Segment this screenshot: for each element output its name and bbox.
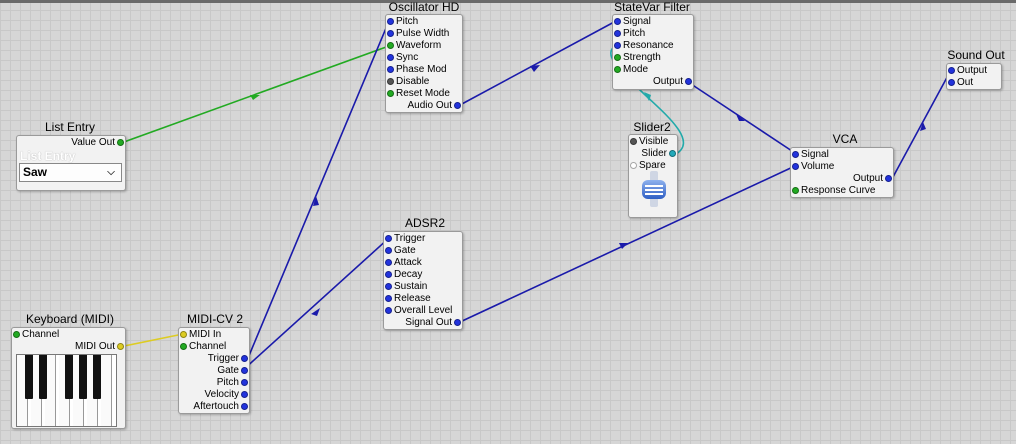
vca-response-curve-port[interactable]: Response Curve xyxy=(791,185,875,197)
cable-list-to-waveform xyxy=(123,45,390,143)
cable-keyboard-to-midi xyxy=(123,333,184,347)
adsr-sustain-port[interactable]: Sustain xyxy=(384,281,427,293)
vca-signal-port[interactable]: Signal xyxy=(791,149,829,161)
sound-out-node[interactable]: Output Out xyxy=(946,63,1002,90)
adsr-overall-level-port[interactable]: Overall Level xyxy=(384,305,452,317)
slider2-node[interactable]: Visible Slider Spare xyxy=(628,134,678,218)
adsr-decay-port[interactable]: Decay xyxy=(384,269,422,281)
statevar-filter-title: StateVar Filter xyxy=(614,0,690,14)
osc-pulse-width-port[interactable]: Pulse Width xyxy=(386,28,449,40)
adsr-attack-port[interactable]: Attack xyxy=(384,257,422,269)
midicv-pitch-port[interactable]: Pitch xyxy=(217,377,249,389)
osc-phase-mod-port[interactable]: Phase Mod xyxy=(386,64,447,76)
filter-signal-port[interactable]: Signal xyxy=(613,16,651,28)
filter-mode-port[interactable]: Mode xyxy=(613,64,648,76)
midicv-trigger-port[interactable]: Trigger xyxy=(208,353,249,365)
osc-disable-port[interactable]: Disable xyxy=(386,76,429,88)
cable-midi-gate-to-adsr xyxy=(242,237,390,371)
adsr2-title: ADSR2 xyxy=(404,216,445,230)
osc-audio-out-port[interactable]: Audio Out xyxy=(408,100,462,112)
list-entry-panel-label: List Entry xyxy=(20,149,76,163)
waveform-select-value: Saw xyxy=(23,165,48,179)
midicv-aftertouch-port[interactable]: Aftertouch xyxy=(193,401,249,413)
list-entry-node[interactable]: Value Out List Entry Saw ⌵ xyxy=(16,135,126,191)
waveform-select[interactable]: Saw ⌵ xyxy=(19,163,122,182)
cable-midi-pitch-to-osc xyxy=(242,20,390,371)
keyboard-channel-port[interactable]: Channel xyxy=(12,329,59,341)
midi-cv2-title: MIDI-CV 2 xyxy=(186,312,243,326)
adsr-release-port[interactable]: Release xyxy=(384,293,431,305)
oscillator-hd-title: Oscillator HD xyxy=(388,0,460,14)
osc-pitch-port[interactable]: Pitch xyxy=(386,16,418,28)
soundout-out-port[interactable]: Out xyxy=(947,77,973,89)
filter-resonance-port[interactable]: Resonance xyxy=(613,40,674,52)
midi-cv2-node[interactable]: MIDI In Channel Trigger Gate Pitch Veloc… xyxy=(178,327,250,414)
vca-title: VCA xyxy=(832,132,858,146)
adsr-signal-out-port[interactable]: Signal Out xyxy=(405,317,462,329)
midicv-channel-port[interactable]: Channel xyxy=(179,341,226,353)
cable-filter-to-vca xyxy=(687,81,796,154)
keyboard-title: Keyboard (MIDI) xyxy=(25,312,115,326)
filter-output-port[interactable]: Output xyxy=(653,76,693,88)
midicv-velocity-port[interactable]: Velocity xyxy=(205,389,249,401)
osc-sync-port[interactable]: Sync xyxy=(386,52,418,64)
keyboard-midi-out-port[interactable]: MIDI Out xyxy=(75,341,125,353)
osc-reset-mode-port[interactable]: Reset Mode xyxy=(386,88,450,100)
oscillator-hd-node[interactable]: Pitch Pulse Width Waveform Sync Phase Mo… xyxy=(385,14,463,113)
osc-waveform-port[interactable]: Waveform xyxy=(386,40,441,52)
list-entry-title: List Entry xyxy=(44,120,95,134)
slider-output-port[interactable]: Slider xyxy=(641,148,677,160)
list-value-out-port[interactable]: Value Out xyxy=(71,137,125,149)
cable-osc-to-filter xyxy=(459,20,617,106)
vca-volume-port[interactable]: Volume xyxy=(791,161,834,173)
slider2-title: Slider2 xyxy=(633,120,671,134)
slider-spare-port[interactable]: Spare xyxy=(629,160,666,172)
soundout-output-port[interactable]: Output xyxy=(947,65,987,77)
adsr-gate-port[interactable]: Gate xyxy=(384,245,416,257)
filter-pitch-port[interactable]: Pitch xyxy=(613,28,645,40)
cable-vca-to-soundout xyxy=(892,69,952,178)
adsr-trigger-port[interactable]: Trigger xyxy=(384,233,425,245)
sound-out-title: Sound Out xyxy=(947,48,1005,62)
midicv-gate-port[interactable]: Gate xyxy=(217,365,249,377)
patch-cables xyxy=(123,20,952,371)
vca-output-port[interactable]: Output xyxy=(853,173,893,185)
piano-keyboard[interactable] xyxy=(16,354,117,427)
filter-strength-port[interactable]: Strength xyxy=(613,52,661,64)
slider-visible-port[interactable]: Visible xyxy=(629,136,668,148)
chevron-down-icon: ⌵ xyxy=(107,167,115,178)
adsr2-node[interactable]: Trigger Gate Attack Decay Sustain Releas… xyxy=(383,231,463,330)
slider-thumb[interactable] xyxy=(642,180,666,199)
statevar-filter-node[interactable]: Signal Pitch Resonance Strength Mode Out… xyxy=(612,14,694,90)
vca-node[interactable]: Signal Volume Output Response Curve xyxy=(790,147,894,198)
midicv-midi-in-port[interactable]: MIDI In xyxy=(179,329,221,341)
keyboard-node[interactable]: Channel MIDI Out xyxy=(11,327,126,429)
